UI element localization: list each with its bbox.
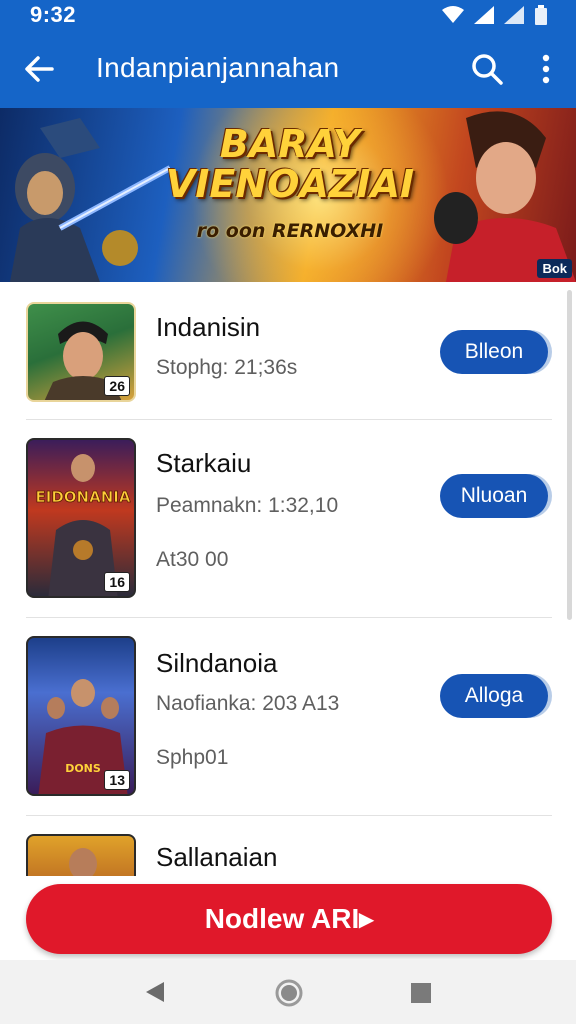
system-nav-bar xyxy=(0,960,576,1024)
search-icon[interactable] xyxy=(470,52,504,86)
item-action-button[interactable]: Nluoan xyxy=(440,474,548,518)
item-subtitle: Peamnakn: 1:32,10 xyxy=(156,494,339,517)
game-thumbnail xyxy=(26,834,136,876)
signal-secondary-icon xyxy=(504,6,524,24)
primary-cta-button[interactable]: Nodlew ARI▸ xyxy=(26,884,552,954)
list-item[interactable]: EIDONANIA 16 Starkaiu Peamnakn: 1:32,10 … xyxy=(0,420,576,618)
rating-badge: 16 xyxy=(104,572,130,592)
banner-hero-illustration xyxy=(434,111,576,282)
game-thumbnail: EIDONANIA 16 xyxy=(26,438,136,598)
nav-home-icon[interactable] xyxy=(274,978,304,1008)
banner-title: BARAY VIENOAZIAI xyxy=(165,122,415,206)
wifi-icon xyxy=(442,6,464,23)
item-title: Indanisin xyxy=(156,312,261,342)
item-title: Starkaiu xyxy=(156,448,252,478)
svg-text:EIDONANIA: EIDONANIA xyxy=(36,488,131,506)
item-meta: At30 00 xyxy=(156,548,229,571)
status-icons xyxy=(442,5,548,25)
nav-recents-icon[interactable] xyxy=(410,982,432,1004)
item-title: Silndanoia xyxy=(156,648,278,678)
promo-banner[interactable]: BARAY VIENOAZIAI ro oon RERNOXHI Bok xyxy=(0,108,576,282)
item-action-button[interactable]: Blleon xyxy=(440,330,548,374)
item-meta: Sphp01 xyxy=(156,746,229,769)
banner-corner-label: Bok xyxy=(537,259,572,278)
scrollbar[interactable] xyxy=(567,290,572,620)
game-list: 26 Indanisin Stophg: 21;36s Blleon EIDON… xyxy=(0,282,576,876)
nav-back-icon[interactable] xyxy=(144,980,166,1004)
game-thumbnail: 26 xyxy=(26,302,136,402)
game-thumbnail: DONS 13 xyxy=(26,636,136,796)
list-item[interactable]: DONS 13 Silndanoia Naofianka: 203 A13 Sp… xyxy=(0,618,576,816)
rating-badge: 13 xyxy=(104,770,130,790)
battery-icon xyxy=(535,5,547,25)
signal-icon xyxy=(474,6,494,24)
more-vert-icon[interactable] xyxy=(532,52,560,86)
item-subtitle: Stophg: 21;36s xyxy=(156,356,298,379)
list-item[interactable]: Sallanaian xyxy=(0,816,576,876)
svg-text:DONS: DONS xyxy=(65,762,101,775)
cta-container: Nodlew ARI▸ xyxy=(0,876,576,960)
status-time: 9:32 xyxy=(30,2,77,27)
character-portrait xyxy=(69,848,97,876)
list-item[interactable]: 26 Indanisin Stophg: 21;36s Blleon xyxy=(0,282,576,420)
app-title: Indanpianjannahan xyxy=(96,52,340,83)
banner-subtitle: ro oon RERNOXHI xyxy=(196,220,384,242)
item-action-button[interactable]: Alloga xyxy=(440,674,548,718)
rating-badge: 26 xyxy=(104,376,130,396)
item-subtitle: Naofianka: 203 A13 xyxy=(156,692,340,715)
back-arrow-icon[interactable] xyxy=(22,52,56,86)
item-title: Sallanaian xyxy=(156,842,278,872)
status-bar: 9:32 xyxy=(0,0,576,30)
app-bar: Indanpianjannahan xyxy=(0,30,576,108)
